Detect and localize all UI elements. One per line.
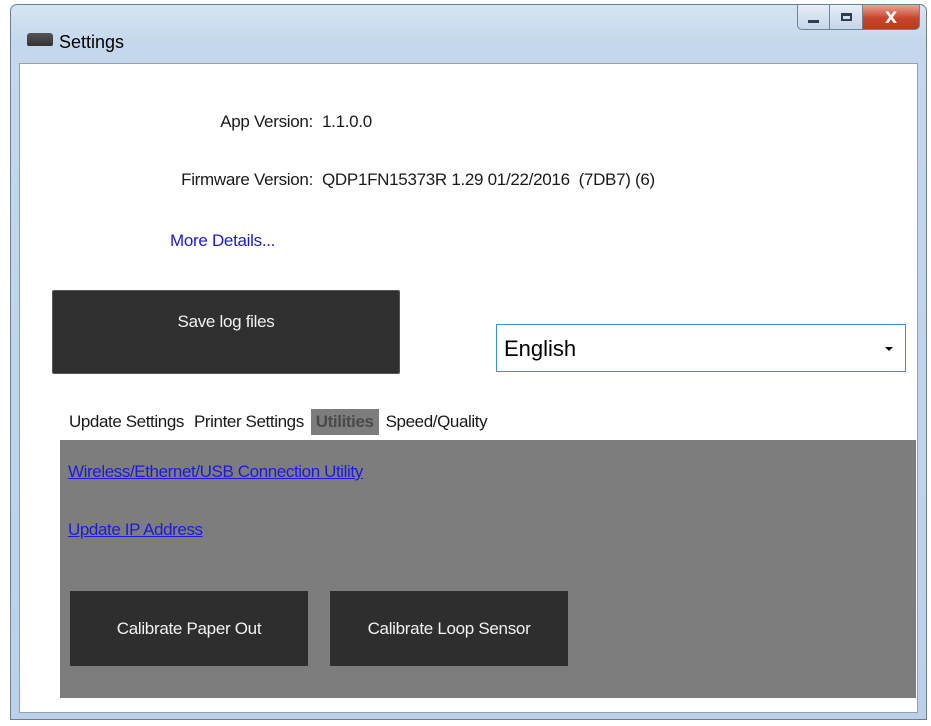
update-ip-address-link[interactable]: Update IP Address: [68, 520, 203, 540]
language-select[interactable]: English: [496, 324, 906, 372]
dropdown-arrow-icon[interactable]: [885, 347, 893, 351]
firmware-version-value: QDP1FN15373R 1.29 01/22/2016 (7DB7) (6): [322, 170, 655, 189]
save-log-files-button[interactable]: Save log files: [52, 290, 400, 374]
more-details-link[interactable]: More Details...: [170, 231, 275, 251]
calibrate-paper-out-button[interactable]: Calibrate Paper Out: [70, 591, 308, 666]
tab-utilities[interactable]: Utilities: [310, 409, 379, 435]
calibrate-loop-sensor-button[interactable]: Calibrate Loop Sensor: [330, 591, 568, 666]
minimize-button[interactable]: [797, 5, 830, 30]
app-icon: [27, 33, 53, 46]
firmware-version-label: Firmware Version:: [181, 170, 313, 189]
tab-speed-quality[interactable]: Speed/Quality: [381, 409, 493, 435]
caption-buttons: X: [797, 5, 920, 30]
maximize-button[interactable]: [830, 5, 863, 30]
utilities-panel: Wireless/Ethernet/USB Connection Utility…: [60, 440, 916, 698]
tab-update-settings[interactable]: Update Settings: [64, 409, 189, 435]
settings-tabs: Update Settings Printer Settings Utiliti…: [64, 408, 492, 436]
close-button[interactable]: X: [863, 5, 920, 30]
maximize-icon: [840, 13, 852, 21]
window-title: Settings: [59, 32, 125, 52]
language-selected-value: English: [504, 336, 577, 361]
connection-utility-link[interactable]: Wireless/Ethernet/USB Connection Utility: [68, 462, 363, 482]
title-bar[interactable]: Settings X: [11, 5, 926, 52]
app-version-label: App Version:: [220, 112, 313, 131]
minimize-icon: [808, 19, 819, 23]
settings-content: App Version: 1.1.0.0 Firmware Version: Q…: [19, 63, 918, 713]
settings-window: Settings X App Version: 1.1.0.0 Firmware…: [10, 4, 927, 720]
close-icon: X: [884, 7, 898, 27]
app-version-value: 1.1.0.0: [322, 112, 372, 131]
tab-printer-settings[interactable]: Printer Settings: [189, 409, 309, 435]
